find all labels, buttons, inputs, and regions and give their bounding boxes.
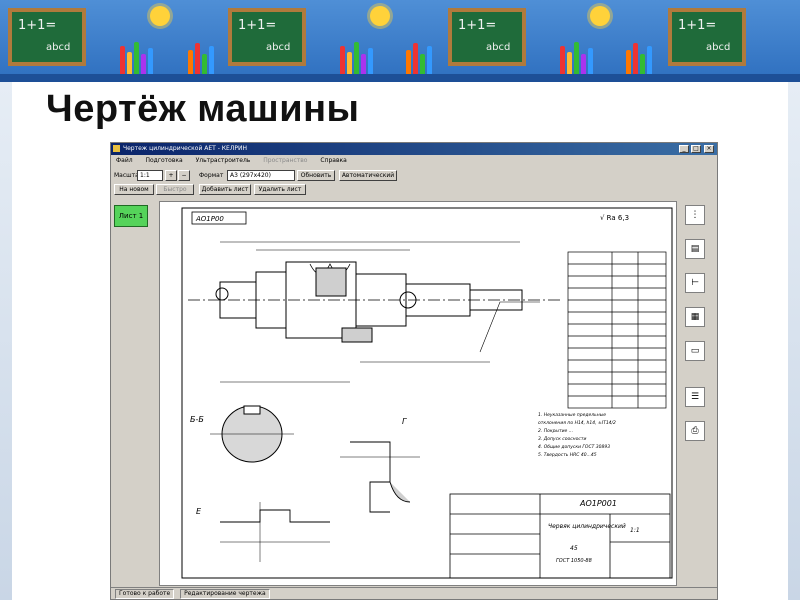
page-icon[interactable]: ▤ — [685, 239, 705, 259]
title-block-name: Червяк цилиндрический — [548, 523, 626, 530]
status-mode: Редактирование чертежа — [180, 589, 270, 599]
print-icon[interactable]: ⎙ — [685, 421, 705, 441]
add-sheet-button[interactable]: Добавить лист — [199, 184, 251, 195]
title-block-scale: 1:1 — [630, 527, 640, 534]
pencils-icon — [558, 40, 602, 76]
technical-notes: 1. Неуказанные предельные отклонения по … — [538, 412, 616, 458]
classroom-banner: 1+1= abcd 1+1= abcd 1+1= abcd 1+1= abcd — [0, 0, 800, 82]
app-icon — [113, 145, 120, 152]
drawing-canvas[interactable]: АО1Р00 √ Ra 6,3 Б-Б Г 1. Неуказанные пре… — [159, 201, 677, 586]
status-bar: Готово к работе Редактирование чертежа — [111, 587, 717, 599]
app-window: Чертеж цилиндрической АЕТ - КЕЛРИН _ □ ×… — [110, 142, 718, 600]
table-icon[interactable]: ☰ — [685, 387, 705, 407]
pencils-icon — [404, 40, 448, 76]
scale-input[interactable]: 1:1 — [137, 170, 163, 181]
pencils-icon — [118, 40, 162, 76]
menu-file[interactable]: Файл — [116, 157, 133, 164]
auto-button[interactable]: Автоматический — [339, 170, 397, 181]
update-button[interactable]: Обновить — [297, 170, 335, 181]
svg-text:отклонения по Н14, h14, ±IT14/: отклонения по Н14, h14, ±IT14/2 — [538, 420, 616, 426]
pencils-icon — [338, 40, 382, 76]
sun-icon — [150, 6, 170, 26]
pencils-icon — [624, 40, 668, 76]
section-e-label: Е — [196, 507, 202, 516]
window-titlebar[interactable]: Чертеж цилиндрической АЕТ - КЕЛРИН _ □ × — [111, 143, 717, 155]
title-block-standard: ГОСТ 1050-88 — [556, 558, 592, 564]
pencils-icon — [186, 40, 230, 76]
section-e-view — [220, 502, 330, 562]
chalkboard-image: 1+1= abcd — [8, 8, 86, 66]
status-ready: Готово к работе — [115, 589, 175, 599]
menu-space[interactable]: Пространство — [263, 157, 307, 164]
parameter-table — [567, 251, 667, 409]
menu-builder[interactable]: Ультрастроитель — [196, 157, 251, 164]
minimize-button[interactable]: _ — [679, 145, 689, 153]
new-button[interactable]: На новом — [114, 184, 154, 195]
banner-floor — [0, 74, 800, 82]
menu-bar: Файл Подготовка Ультрастроитель Простран… — [111, 156, 717, 166]
chalkboard-image: 1+1= abcd — [448, 8, 526, 66]
shaft-view — [188, 241, 560, 383]
svg-text:1. Неуказанные предельные: 1. Неуказанные предельные — [538, 412, 606, 418]
roughness-mark: √ Ra 6,3 — [600, 214, 629, 222]
chalkboard-image: 1+1= abcd — [228, 8, 306, 66]
fast-button[interactable]: Быстро — [156, 184, 194, 195]
chalkboard-image: 1+1= abcd — [668, 8, 746, 66]
title-block-code: АО1Р001 — [579, 499, 617, 508]
zoom-in-icon[interactable]: + — [165, 170, 177, 181]
engineering-drawing: АО1Р00 √ Ra 6,3 Б-Б Г 1. Неуказанные пре… — [181, 207, 673, 579]
zoom-out-icon[interactable]: − — [178, 170, 190, 181]
menu-prepare[interactable]: Подготовка — [146, 157, 183, 164]
format-label: Формат — [199, 172, 224, 179]
slide-border-left — [0, 82, 12, 600]
measure-icon[interactable]: ⊢ — [685, 273, 705, 293]
hatch-icon[interactable]: ▦ — [685, 307, 705, 327]
drawing-stamp: АО1Р00 — [195, 215, 224, 223]
maximize-button[interactable]: □ — [691, 145, 701, 153]
section-g-view — [340, 441, 420, 513]
format-select[interactable]: А3 (297х420) — [227, 170, 295, 181]
menu-help[interactable]: Справка — [320, 157, 346, 164]
sheet-tab[interactable]: Лист 1 — [114, 205, 148, 227]
doc-icon[interactable]: ▭ — [685, 341, 705, 361]
section-bb-label: Б-Б — [190, 415, 204, 424]
title-block-material: 45 — [570, 545, 578, 552]
section-g-label: Г — [402, 417, 407, 426]
svg-text:2. Покрытие ...: 2. Покрытие ... — [538, 428, 573, 434]
section-bb-view — [210, 405, 294, 463]
svg-text:5. Твердость HRC 40...45: 5. Твердость HRC 40...45 — [538, 452, 597, 458]
sun-icon — [370, 6, 390, 26]
delete-sheet-button[interactable]: Удалить лист — [254, 184, 306, 195]
svg-text:3. Допуск соосности: 3. Допуск соосности — [538, 436, 586, 442]
sun-icon — [590, 6, 610, 26]
svg-text:4. Общие допуски ГОСТ 30893: 4. Общие допуски ГОСТ 30893 — [538, 444, 610, 450]
title-block — [449, 493, 671, 579]
window-title: Чертеж цилиндрической АЕТ - КЕЛРИН — [123, 145, 247, 152]
slide-title: Чертёж машины — [46, 88, 360, 130]
ruler-icon[interactable]: ⋮ — [685, 205, 705, 225]
slide-border-right — [788, 82, 800, 600]
close-button[interactable]: × — [704, 145, 714, 153]
